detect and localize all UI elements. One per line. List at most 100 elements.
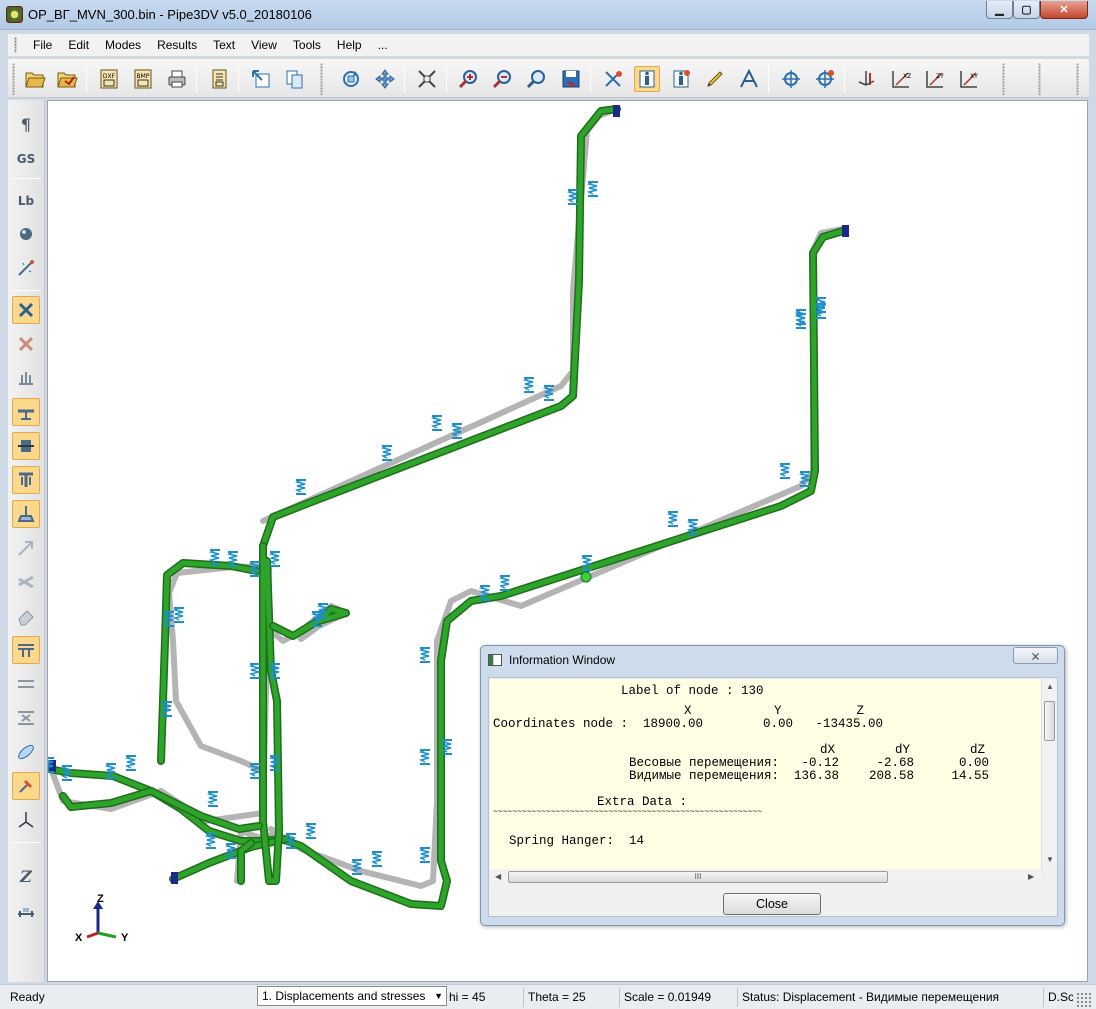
guide-b-button[interactable] <box>12 704 40 732</box>
guide-a-button[interactable] <box>12 670 40 698</box>
text-tool-button[interactable]: Z <box>12 862 40 890</box>
spring-hanger-icon[interactable] <box>380 445 392 461</box>
info-close-button[interactable]: Close <box>723 893 821 915</box>
ruler-button[interactable] <box>12 900 40 928</box>
spring-hanger-icon[interactable] <box>124 755 136 771</box>
spring-hanger-icon[interactable] <box>248 663 260 679</box>
report-button[interactable] <box>206 66 232 92</box>
view-iso-button[interactable] <box>854 66 880 92</box>
dxf-export-button[interactable]: DXF <box>96 66 122 92</box>
menu-text[interactable]: Text <box>205 38 243 52</box>
zoom-window-button[interactable] <box>524 66 550 92</box>
spring-hanger-icon[interactable] <box>304 823 316 839</box>
toolbar-grip[interactable] <box>320 63 323 95</box>
toolbar-grip[interactable] <box>1076 63 1079 95</box>
target-plus-button[interactable] <box>812 66 838 92</box>
copy-button[interactable] <box>282 66 308 92</box>
view-xz-button[interactable]: XZ <box>888 66 914 92</box>
cross-disabled-button[interactable] <box>12 330 40 358</box>
menu-results[interactable]: Results <box>149 38 205 52</box>
menu-help[interactable]: Help <box>329 38 370 52</box>
maximize-button[interactable]: ▢ <box>1013 1 1040 19</box>
menu-more[interactable]: ... <box>370 38 396 52</box>
spring-hanger-icon[interactable] <box>418 647 430 663</box>
pen-button[interactable] <box>702 66 728 92</box>
sphere-button[interactable] <box>12 220 40 248</box>
info-window-close-x-button[interactable]: ⨯ <box>1013 647 1058 664</box>
info-vertical-scrollbar[interactable]: ▲ ▼ <box>1041 679 1057 869</box>
cross-button[interactable] <box>12 296 40 324</box>
open-button[interactable] <box>22 66 48 92</box>
arrow-button[interactable] <box>12 534 40 562</box>
toolbar-grip[interactable] <box>1038 63 1041 95</box>
pan-button[interactable] <box>372 66 398 92</box>
vertical-scroll-thumb[interactable] <box>1044 701 1055 741</box>
scroll-up-arrow[interactable]: ▲ <box>1046 682 1054 691</box>
ellipse-button[interactable] <box>12 738 40 766</box>
open-recent-button[interactable] <box>54 66 80 92</box>
spring-hanger-icon[interactable] <box>172 607 184 623</box>
scroll-right-arrow[interactable]: ▶ <box>1028 872 1034 881</box>
view-zy-button[interactable]: ZY <box>922 66 948 92</box>
spring-hanger-icon[interactable] <box>418 847 430 863</box>
menu-tools[interactable]: Tools <box>285 38 329 52</box>
spring-hanger-icon[interactable] <box>430 415 442 431</box>
spring-hanger-icon[interactable] <box>778 463 790 479</box>
spring-hanger-icon[interactable] <box>206 791 218 807</box>
spring-hanger-icon[interactable] <box>418 749 430 765</box>
scroll-down-arrow[interactable]: ▼ <box>1046 855 1054 864</box>
zoom-save-button[interactable] <box>558 66 584 92</box>
app-icon[interactable] <box>6 6 23 23</box>
deformed-pipe-segment[interactable] <box>60 788 262 832</box>
info-horizontal-scrollbar[interactable]: ◀ III ▶ <box>490 869 1041 885</box>
menubar-grip[interactable] <box>14 37 17 53</box>
spring-hanger-icon[interactable] <box>522 377 534 393</box>
spring-hanger-icon[interactable] <box>294 479 306 495</box>
resize-grip[interactable] <box>1076 992 1092 1008</box>
zoom-out-button[interactable] <box>490 66 516 92</box>
original-pipe-segment[interactable] <box>48 563 272 824</box>
spring-hanger-icon[interactable] <box>666 511 678 527</box>
chevron-down-icon[interactable]: ▼ <box>434 987 443 1005</box>
crossed-button[interactable] <box>12 568 40 596</box>
beam-button[interactable] <box>12 636 40 664</box>
target-button[interactable] <box>778 66 804 92</box>
gs-button[interactable]: GS <box>12 144 40 172</box>
angle-button[interactable] <box>736 66 762 92</box>
fit-button[interactable] <box>414 66 440 92</box>
menu-modes[interactable]: Modes <box>97 38 149 52</box>
zoom-in-button[interactable] <box>456 66 482 92</box>
paragraph-button[interactable]: ¶ <box>12 110 40 138</box>
spring-hanger-icon[interactable] <box>268 551 280 567</box>
support-a-button[interactable] <box>12 398 40 426</box>
toolbar-grip[interactable] <box>12 63 15 95</box>
info-button[interactable] <box>634 66 660 92</box>
axes3d-button[interactable] <box>12 806 40 834</box>
lb-button[interactable]: Lb <box>12 186 40 214</box>
support-b-button[interactable] <box>12 432 40 460</box>
minimize-button[interactable]: ▁ <box>986 1 1013 19</box>
magic-button[interactable] <box>12 254 40 282</box>
info-node-button[interactable] <box>668 66 694 92</box>
import-button[interactable] <box>248 66 274 92</box>
print-button[interactable] <box>164 66 190 92</box>
information-window[interactable]: Information Window ⨯ Label of node : 130… <box>480 645 1065 926</box>
info-text-area[interactable]: Label of node : 130 X Y Z Coordinates no… <box>490 679 1041 869</box>
menu-file[interactable]: File <box>25 38 60 52</box>
eraser-button[interactable] <box>12 602 40 630</box>
deformed-pipe-segment[interactable] <box>260 106 620 549</box>
rotate-button[interactable] <box>338 66 364 92</box>
horizontal-scroll-thumb[interactable]: III <box>508 871 888 883</box>
toolbar-grip[interactable] <box>1002 63 1005 95</box>
spring-hanger-icon[interactable] <box>498 575 510 591</box>
menu-edit[interactable]: Edit <box>60 38 97 52</box>
pipe-anchor[interactable] <box>842 225 849 237</box>
anchor-button[interactable] <box>12 364 40 392</box>
spring-hanger-icon[interactable] <box>370 851 382 867</box>
view-xy-button[interactable]: XY <box>956 66 982 92</box>
info-window-title-bar[interactable]: Information Window ⨯ <box>481 646 1064 672</box>
pipe-anchor[interactable] <box>171 872 178 884</box>
support-c-button[interactable] <box>12 466 40 494</box>
bmp-export-button[interactable]: BMP <box>130 66 156 92</box>
hammer-button[interactable] <box>12 772 40 800</box>
